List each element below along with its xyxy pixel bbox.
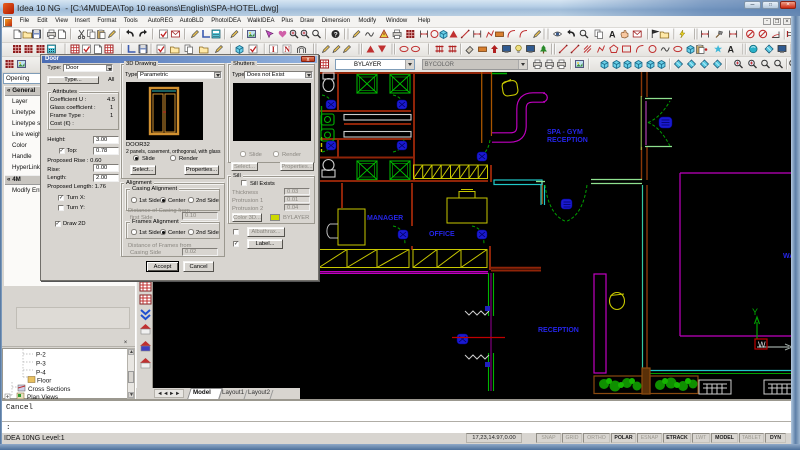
svg-text:P-3: P-3 xyxy=(36,361,46,368)
svg-text:WA: WA xyxy=(783,253,791,260)
svg-text:RECEPTION: RECEPTION xyxy=(547,137,588,144)
svg-text:RECEPTION: RECEPTION xyxy=(538,327,579,334)
svg-text:Cross Sections: Cross Sections xyxy=(28,386,70,393)
svg-text:SPA - GYM: SPA - GYM xyxy=(547,129,583,136)
svg-text:OFFICE: OFFICE xyxy=(429,231,455,238)
svg-text:W: W xyxy=(758,341,766,350)
svg-text:MANAGER: MANAGER xyxy=(367,215,403,222)
svg-text:P-4: P-4 xyxy=(36,370,46,377)
svg-text:Floor: Floor xyxy=(37,378,51,385)
svg-text:Y: Y xyxy=(752,307,758,317)
svg-text:P-2: P-2 xyxy=(36,352,46,359)
